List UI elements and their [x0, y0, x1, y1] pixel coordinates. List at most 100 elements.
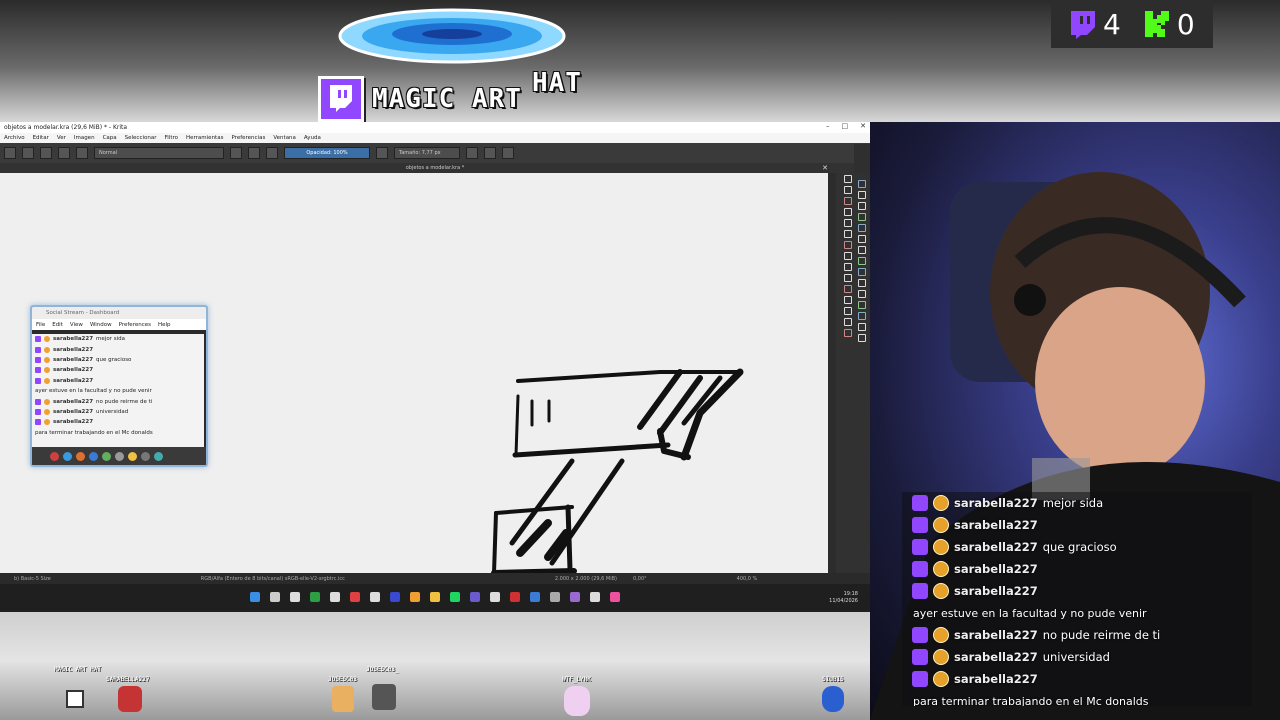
- social-menu-help[interactable]: Help: [158, 322, 171, 328]
- menu-ver[interactable]: Ver: [57, 135, 66, 141]
- menu-archivo[interactable]: Archivo: [4, 135, 25, 141]
- social-tool-icon[interactable]: [63, 451, 72, 461]
- gradient-icon[interactable]: [40, 147, 52, 159]
- tab-close-icon[interactable]: ✕: [822, 163, 828, 173]
- size-slider[interactable]: Tamaño: 7,77 px: [394, 147, 460, 159]
- social-tool-icon[interactable]: [89, 451, 98, 461]
- toolbox-tool-icon[interactable]: [844, 186, 852, 194]
- taskbar-app-icon[interactable]: [410, 592, 420, 602]
- menu-filtro[interactable]: Filtro: [165, 135, 178, 141]
- toolbox-tool-icon[interactable]: [844, 252, 852, 260]
- toolbox-tool-icon[interactable]: [858, 279, 866, 287]
- toolbox-tool-icon[interactable]: [844, 230, 852, 238]
- taskbar-app-icon[interactable]: [570, 592, 580, 602]
- social-message-list[interactable]: sarabella227 mejor sida sarabella227 sarabe…: [32, 334, 204, 447]
- taskbar-app-icon[interactable]: [610, 592, 620, 602]
- close-icon[interactable]: ✕: [860, 122, 866, 130]
- taskbar-app-icon[interactable]: [310, 592, 320, 602]
- menu-capa[interactable]: Capa: [103, 135, 117, 141]
- social-tool-icon[interactable]: [128, 451, 137, 461]
- social-menu-file[interactable]: File: [36, 322, 45, 328]
- toolbox-tool-icon[interactable]: [858, 268, 866, 276]
- blend-mode-select[interactable]: Normal: [94, 147, 224, 159]
- toolbox-tool-icon[interactable]: [844, 241, 852, 249]
- toolbox-tool-icon[interactable]: [844, 329, 852, 337]
- menu-preferencias[interactable]: Preferencias: [231, 135, 265, 141]
- toolbox-tool-icon[interactable]: [858, 334, 866, 342]
- social-tool-icon[interactable]: [76, 451, 85, 461]
- minimize-icon[interactable]: –: [826, 122, 830, 130]
- toolbox-tool-icon[interactable]: [858, 180, 866, 188]
- toolbox-tool-icon[interactable]: [844, 296, 852, 304]
- vertical-scrollbar[interactable]: [828, 173, 836, 573]
- toolbox-tool-icon[interactable]: [858, 213, 866, 221]
- toolbox-tool-icon[interactable]: [858, 301, 866, 309]
- alpha-lock-icon[interactable]: [248, 147, 260, 159]
- play-icon[interactable]: [484, 147, 496, 159]
- taskbar-app-icon[interactable]: [490, 592, 500, 602]
- reload-icon[interactable]: [266, 147, 278, 159]
- new-document-icon[interactable]: [4, 147, 16, 159]
- social-menu-preferences[interactable]: Preferences: [119, 322, 151, 328]
- toolbox-tool-icon[interactable]: [858, 323, 866, 331]
- toolbox-tool-icon[interactable]: [844, 197, 852, 205]
- social-tool-icon[interactable]: [102, 451, 111, 461]
- taskbar-app-icon[interactable]: [470, 592, 480, 602]
- taskbar-app-icon[interactable]: [330, 592, 340, 602]
- status-zoom[interactable]: 400,0 %: [737, 576, 758, 582]
- wrap-icon[interactable]: [502, 147, 514, 159]
- toolbox-tool-icon[interactable]: [844, 318, 852, 326]
- menu-herramientas[interactable]: Herramientas: [186, 135, 223, 141]
- dock-toggle[interactable]: [854, 144, 870, 173]
- taskbar-app-icon[interactable]: [590, 592, 600, 602]
- menu-ventana[interactable]: Ventana: [273, 135, 296, 141]
- taskbar-app-icon[interactable]: [430, 592, 440, 602]
- taskbar-clock[interactable]: 19:18 11/04/2026: [829, 591, 858, 605]
- social-menu-edit[interactable]: Edit: [52, 322, 63, 328]
- taskbar-app-icon[interactable]: [550, 592, 560, 602]
- social-tool-icon[interactable]: [141, 451, 150, 461]
- taskbar-app-icon[interactable]: [350, 592, 360, 602]
- toolbox-tool-icon[interactable]: [858, 202, 866, 210]
- toolbox-tool-icon[interactable]: [858, 224, 866, 232]
- menu-seleccionar[interactable]: Seleccionar: [125, 135, 157, 141]
- toolbox-tool-icon[interactable]: [844, 307, 852, 315]
- toolbox-tool-icon[interactable]: [858, 235, 866, 243]
- taskbar-app-icon[interactable]: [290, 592, 300, 602]
- edit-brush-icon[interactable]: [76, 147, 88, 159]
- toolbox-tool-icon[interactable]: [858, 290, 866, 298]
- menu-imagen[interactable]: Imagen: [74, 135, 95, 141]
- toolbox-tool-icon[interactable]: [858, 312, 866, 320]
- eraser-icon[interactable]: [230, 147, 242, 159]
- menu-ayuda[interactable]: Ayuda: [304, 135, 321, 141]
- taskbar-app-icon[interactable]: [270, 592, 280, 602]
- toolbox-tool-icon[interactable]: [844, 175, 852, 183]
- toolbox-tool-icon[interactable]: [844, 285, 852, 293]
- brush-preset-icon[interactable]: [58, 147, 70, 159]
- menu-editar[interactable]: Editar: [33, 135, 49, 141]
- mirror-icon[interactable]: [466, 147, 478, 159]
- toolbox-tool-icon[interactable]: [844, 219, 852, 227]
- toolbox-tool-icon[interactable]: [844, 263, 852, 271]
- color-swatch-icon[interactable]: [376, 147, 388, 159]
- social-tool-icon[interactable]: [115, 451, 124, 461]
- taskbar-app-icon[interactable]: [370, 592, 380, 602]
- document-tab[interactable]: objetos a modelar.kra * ✕: [0, 163, 870, 173]
- opacity-slider[interactable]: Opacidad: 100%: [284, 147, 370, 159]
- social-menu-view[interactable]: View: [70, 322, 83, 328]
- toolbox-tool-icon[interactable]: [858, 246, 866, 254]
- toolbox-tool-icon[interactable]: [844, 208, 852, 216]
- toolbox-tool-icon[interactable]: [858, 257, 866, 265]
- pattern-icon[interactable]: [22, 147, 34, 159]
- social-menu-window[interactable]: Window: [90, 322, 112, 328]
- social-tool-icon[interactable]: [154, 451, 163, 461]
- toolbox-tool-icon[interactable]: [844, 274, 852, 282]
- taskbar-app-icon[interactable]: [510, 592, 520, 602]
- taskbar-app-icon[interactable]: [450, 592, 460, 602]
- taskbar-app-icon[interactable]: [250, 592, 260, 602]
- toolbox-tool-icon[interactable]: [858, 191, 866, 199]
- social-tool-icon[interactable]: [50, 451, 59, 461]
- maximize-icon[interactable]: □: [842, 122, 849, 130]
- taskbar-app-icon[interactable]: [530, 592, 540, 602]
- taskbar-app-icon[interactable]: [390, 592, 400, 602]
